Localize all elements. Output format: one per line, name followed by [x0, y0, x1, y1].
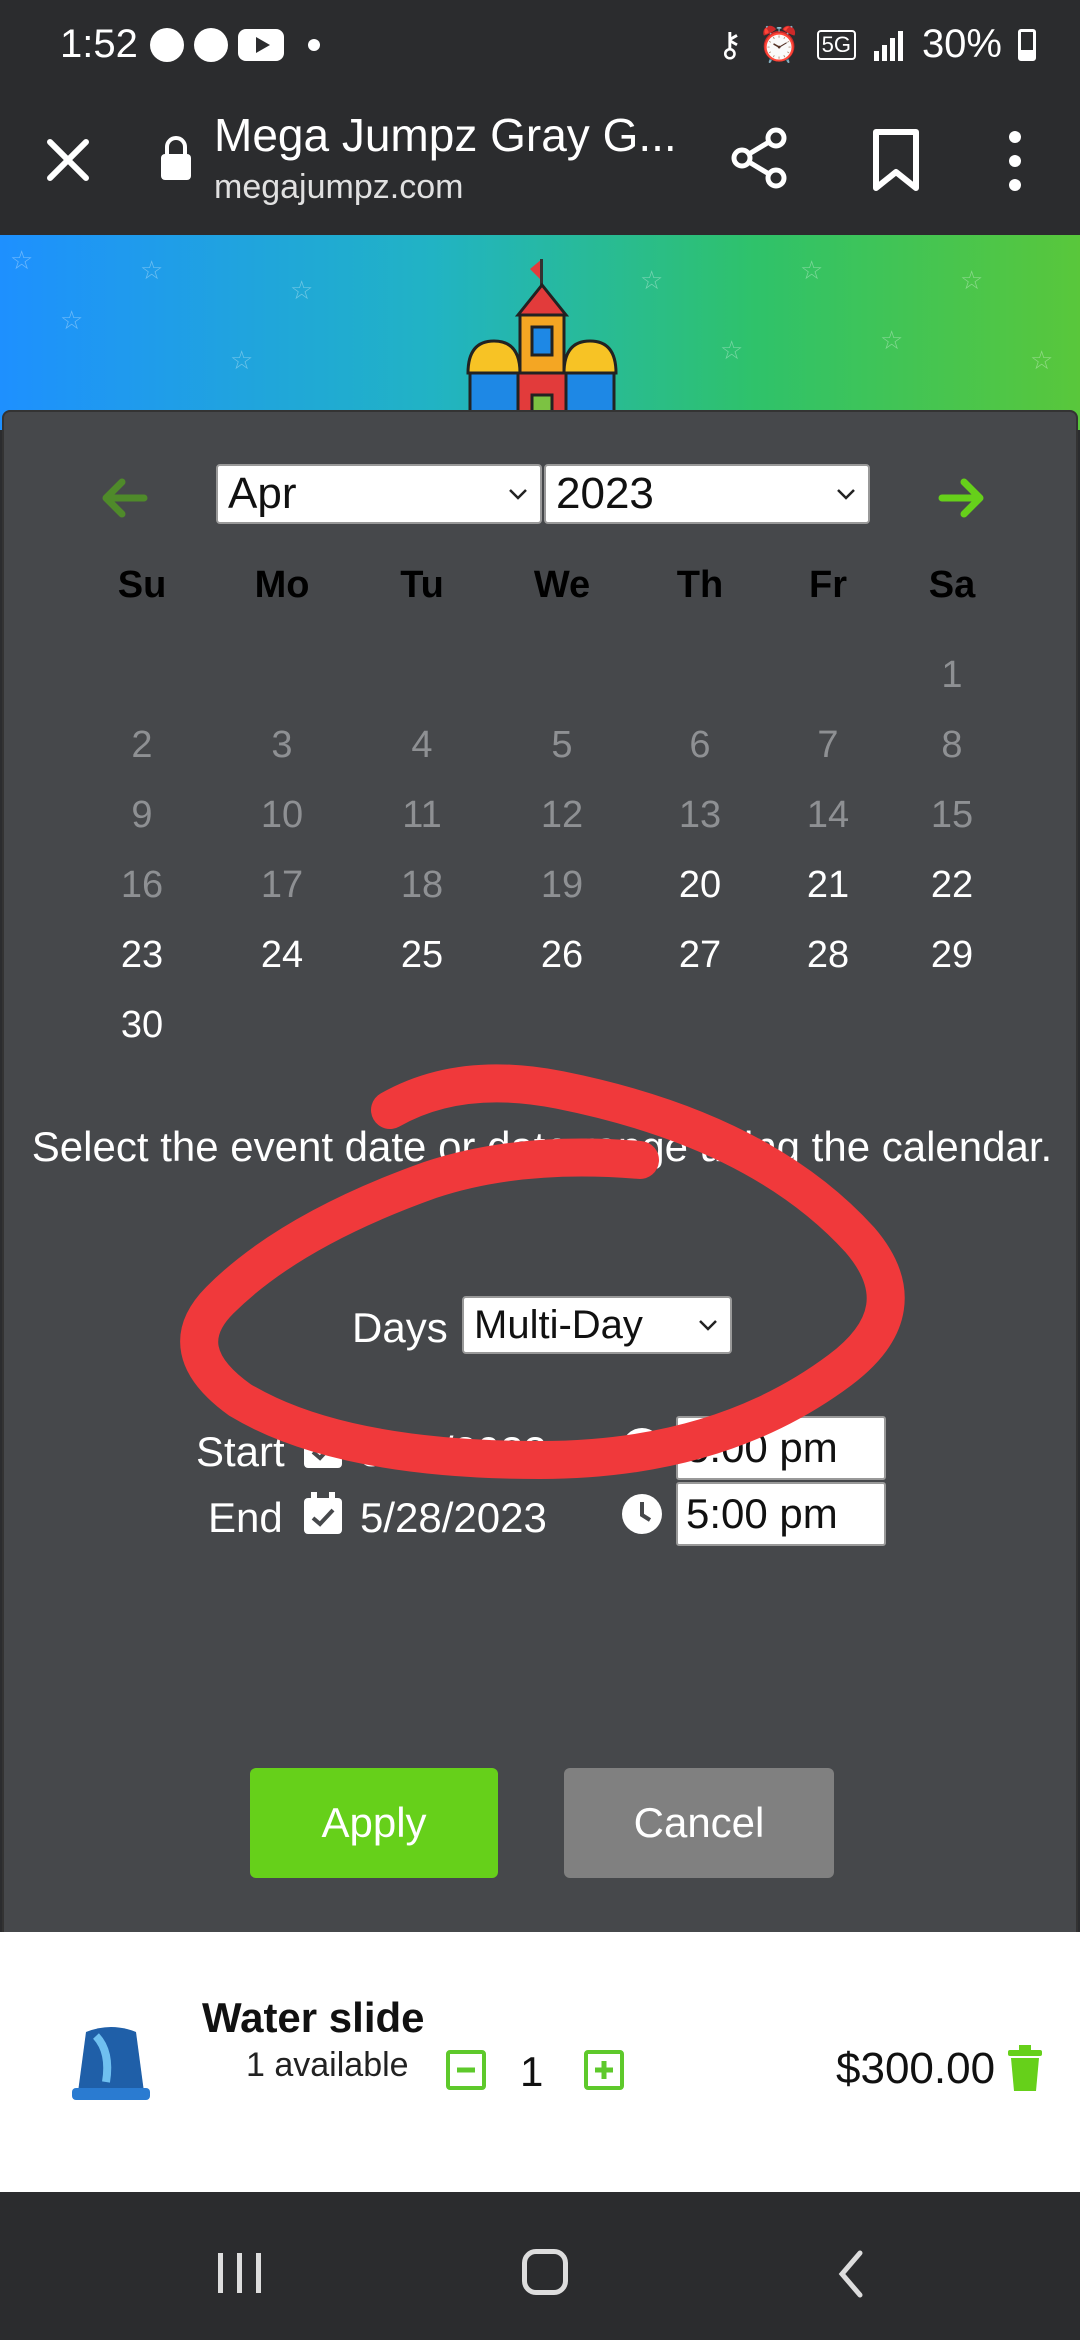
calendar-day[interactable]: 20 — [650, 864, 750, 907]
lock-icon — [161, 136, 191, 180]
page-title: Mega Jumpz Gray G... — [214, 109, 677, 161]
calendar-day[interactable]: 28 — [778, 934, 878, 977]
calendar-day: 18 — [400, 864, 444, 906]
calendar-day: 16 — [120, 864, 164, 906]
plus-icon — [595, 2061, 613, 2079]
year-select-value: 2023 — [556, 469, 654, 518]
weekday-header: Fr — [809, 564, 847, 606]
calendar-day: 15 — [930, 794, 974, 836]
increase-quantity-button[interactable] — [584, 2050, 624, 2090]
water-slide-thumbnail — [72, 2027, 150, 2100]
home-icon[interactable] — [522, 2249, 568, 2295]
year-select[interactable]: 2023 — [544, 464, 870, 524]
red-circle-annotation — [180, 1064, 905, 1479]
calendar-day: 3 — [271, 724, 293, 766]
status-bar: 1:52 ⚷ ⏰ 5G 30% — [0, 0, 1080, 90]
system-nav-bar — [0, 2205, 1080, 2340]
calendar-day[interactable]: 26 — [512, 934, 612, 977]
network-5g-icon: 5G — [816, 29, 856, 60]
calendar-day: 12 — [540, 794, 584, 836]
item-availability: 1 available — [246, 2046, 409, 2084]
calendar-day: 11 — [402, 794, 442, 836]
status-right: ⚷ ⏰ 5G 30% — [717, 22, 1036, 67]
weekday-header: Sa — [928, 564, 976, 606]
calendar-day: 9 — [131, 794, 153, 836]
more-menu-icon[interactable] — [1000, 128, 1030, 194]
weekday-header: Mo — [254, 564, 310, 606]
calendar-day[interactable]: 29 — [902, 934, 1002, 977]
alarm-icon: ⏰ — [758, 25, 801, 64]
notification-icons — [150, 28, 320, 62]
more-notifications-icon — [308, 39, 320, 51]
weekday-header: Su — [117, 564, 167, 606]
back-icon[interactable] — [836, 2249, 866, 2299]
decrease-quantity-button[interactable] — [446, 2050, 486, 2090]
trash-icon[interactable] — [1006, 2044, 1044, 2092]
month-select[interactable]: Apr — [216, 464, 542, 524]
calendar-day: 1 — [941, 654, 963, 696]
calendar-day: 7 — [817, 724, 839, 766]
weekday-header: Tu — [400, 564, 444, 606]
calendar-day: 6 — [689, 724, 711, 766]
calendar-day[interactable]: 27 — [650, 934, 750, 977]
calendar-day: 14 — [806, 794, 850, 836]
weekday-header: Th — [676, 564, 724, 606]
battery-icon — [1018, 28, 1036, 61]
bookmark-icon[interactable] — [868, 128, 924, 192]
browser-toolbar: Mega Jumpz Gray G... megajumpz.com — [0, 90, 1080, 235]
chevron-down-icon — [509, 489, 527, 500]
calendar-day: 13 — [678, 794, 722, 836]
calendar-day: 2 — [131, 724, 153, 766]
next-month-icon[interactable] — [938, 476, 988, 520]
calendar-day: 5 — [551, 724, 573, 766]
calendar-day[interactable]: 30 — [92, 1004, 192, 1047]
battery-percent: 30% — [921, 22, 1002, 66]
item-quantity: 1 — [520, 2048, 544, 2095]
app-notification-icon — [150, 28, 184, 62]
calendar-day[interactable]: 24 — [232, 934, 332, 977]
close-icon[interactable] — [40, 132, 96, 188]
calendar-day: 8 — [941, 724, 963, 766]
vpn-key-icon: ⚷ — [717, 25, 743, 64]
site-header-banner: ☆ ☆ ☆ ☆ ☆ ☆ ☆ ☆ ☆ ☆ ☆ — [0, 235, 1080, 430]
prev-month-icon[interactable] — [98, 476, 148, 520]
item-price: $300.00 — [836, 2044, 996, 2093]
cart-item-row: Water slide 1 available 1 $300.00 — [0, 1932, 1080, 2192]
recent-apps-icon[interactable] — [218, 2253, 261, 2293]
bounce-castle-logo — [466, 259, 618, 430]
chevron-down-icon — [837, 489, 855, 500]
calendar-day[interactable]: 23 — [92, 934, 192, 977]
calendar-day: 19 — [540, 864, 584, 906]
calendar-day[interactable]: 22 — [902, 864, 1002, 907]
apply-button[interactable]: Apply — [250, 1768, 498, 1878]
youtube-icon — [238, 29, 284, 61]
share-icon[interactable] — [728, 126, 792, 190]
calendar-day: 10 — [260, 794, 304, 836]
cancel-button[interactable]: Cancel — [564, 1768, 834, 1878]
sun-notification-icon — [194, 28, 228, 62]
item-name: Water slide — [202, 1994, 425, 2041]
month-select-value: Apr — [228, 469, 297, 518]
calendar-day: 4 — [411, 724, 433, 766]
page-url: megajumpz.com — [214, 168, 464, 206]
weekday-header: We — [533, 564, 591, 606]
calendar-day: 17 — [260, 864, 304, 906]
status-time: 1:52 — [60, 22, 138, 66]
signal-icon — [873, 30, 903, 61]
minus-icon — [457, 2067, 475, 2073]
calendar-day[interactable]: 25 — [372, 934, 472, 977]
calendar-day[interactable]: 21 — [778, 864, 878, 907]
